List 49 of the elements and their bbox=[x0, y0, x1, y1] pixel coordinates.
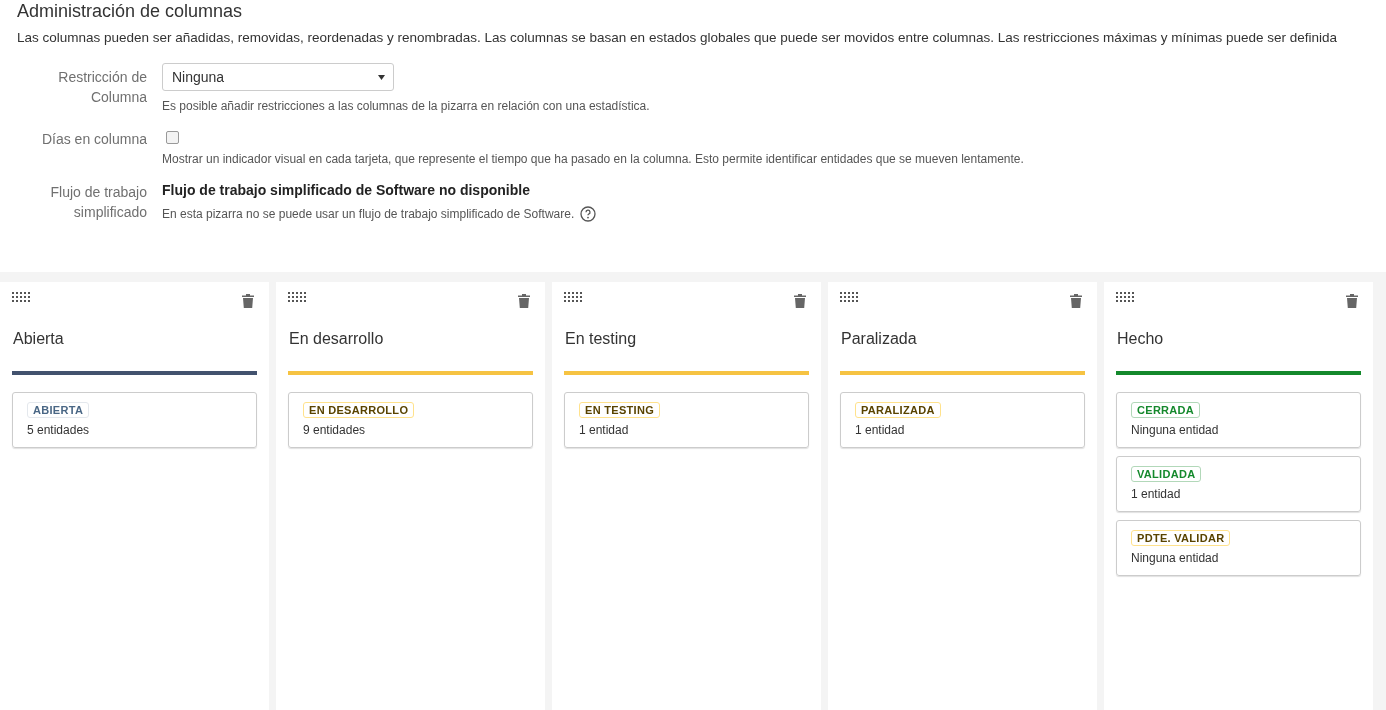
column-name[interactable]: Hecho bbox=[1117, 330, 1361, 348]
column-name[interactable]: Abierta bbox=[13, 330, 257, 348]
status-lozenge: PDTE. VALIDAR bbox=[1131, 530, 1231, 546]
issue-count: 1 entidad bbox=[855, 423, 905, 437]
status-card[interactable]: PARALIZADA 1 entidad bbox=[840, 392, 1085, 448]
issue-count: 1 entidad bbox=[1131, 487, 1181, 501]
status-text: Flujo de trabajo simplificado de Software no disponible bbox=[162, 181, 531, 198]
help-text: Es posible añadir restricciones a las columnas de la pizarra en relación con una estadística. bbox=[162, 99, 650, 113]
trash-icon[interactable] bbox=[794, 294, 806, 308]
trash-icon[interactable] bbox=[1346, 294, 1358, 308]
column-name[interactable]: En testing bbox=[565, 330, 809, 348]
column-name[interactable]: En desarrollo bbox=[289, 330, 533, 348]
setting-label: Flujo de trabajo simplificado bbox=[49, 183, 147, 222]
status-lozenge: EN DESARROLLO bbox=[303, 402, 415, 418]
issue-count: Ninguna entidad bbox=[1131, 423, 1219, 437]
status-card[interactable]: PDTE. VALIDAR Ninguna entidad bbox=[1116, 520, 1361, 576]
page-title: Administración de columnas bbox=[17, 0, 244, 22]
dropdown-select[interactable]: Ninguna bbox=[162, 63, 394, 91]
status-lozenge: ABIERTA bbox=[27, 402, 90, 418]
checkbox[interactable] bbox=[166, 131, 179, 144]
issue-count: 9 entidades bbox=[303, 423, 366, 437]
description-text: Las columnas pueden ser añadidas, removidas, reordenadas y renombradas. Las columnas se basan en estados globales que puede ser movidos entre columnas. Las restricciones máximas y mínimas puede ser definida bbox=[17, 30, 1338, 45]
status-card[interactable]: ABIERTA 5 entidades bbox=[12, 392, 257, 448]
status-card[interactable]: EN TESTING 1 entidad bbox=[564, 392, 809, 448]
status-card[interactable]: VALIDADA 1 entidad bbox=[1116, 456, 1361, 512]
help-icon[interactable] bbox=[580, 206, 597, 222]
trash-icon[interactable] bbox=[518, 294, 530, 308]
column-name[interactable]: Paralizada bbox=[841, 330, 1085, 348]
status-card[interactable]: CERRADA Ninguna entidad bbox=[1116, 392, 1361, 448]
issue-count: Ninguna entidad bbox=[1131, 551, 1219, 565]
setting-label: Días en columna bbox=[40, 130, 147, 149]
trash-icon[interactable] bbox=[242, 294, 254, 308]
caret-icon bbox=[378, 74, 385, 80]
drag-handle-icon[interactable] bbox=[288, 292, 307, 303]
drag-handle-icon[interactable] bbox=[840, 292, 859, 303]
status-lozenge: EN TESTING bbox=[579, 402, 660, 418]
status-card[interactable]: EN DESARROLLO 9 entidades bbox=[288, 392, 533, 448]
help-text: Mostrar un indicador visual en cada tarjeta, que represente el tiempo que ha pasado en la columna. Esto permite identificar entidades que se mueven lentamente. bbox=[162, 152, 1024, 166]
setting-label: Restricción de Columna bbox=[57, 68, 147, 107]
status-lozenge: VALIDADA bbox=[1131, 466, 1202, 482]
issue-count: 1 entidad bbox=[579, 423, 629, 437]
trash-icon[interactable] bbox=[1070, 294, 1082, 308]
drag-handle-icon[interactable] bbox=[1116, 292, 1135, 303]
status-lozenge: PARALIZADA bbox=[855, 402, 941, 418]
drag-handle-icon[interactable] bbox=[12, 292, 31, 303]
drag-handle-icon[interactable] bbox=[564, 292, 583, 303]
status-lozenge: CERRADA bbox=[1131, 402, 1201, 418]
help-text: En esta pizarra no se puede usar un flujo de trabajo simplificado de Software. bbox=[162, 207, 575, 221]
issue-count: 5 entidades bbox=[27, 423, 90, 437]
